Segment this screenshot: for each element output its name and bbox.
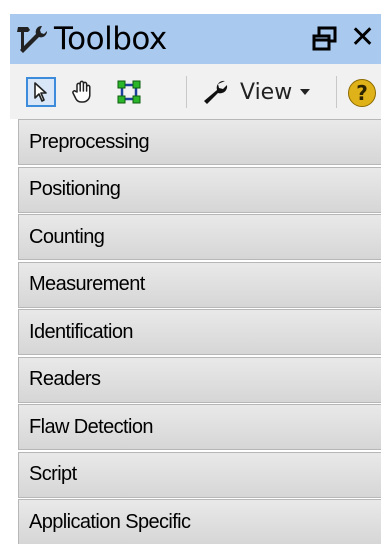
- category-preprocessing[interactable]: Preprocessing: [18, 119, 381, 165]
- toolbox-panel: Toolbox ✕ View ? Preprocessing Positioni…: [0, 0, 381, 544]
- category-list: Preprocessing Positioning Counting Measu…: [18, 119, 381, 544]
- category-script[interactable]: Script: [18, 451, 381, 498]
- category-application-specific[interactable]: Application Specific: [18, 499, 381, 544]
- pointer-icon[interactable]: [26, 77, 56, 107]
- pan-hand-icon[interactable]: [68, 77, 98, 107]
- view-label: View: [240, 79, 293, 105]
- toolbar-separator: [186, 76, 187, 108]
- panel-title: Toolbox: [54, 21, 167, 57]
- wrench-icon: [200, 78, 230, 106]
- close-icon[interactable]: ✕: [350, 20, 380, 56]
- chevron-down-icon: [300, 89, 311, 95]
- float-window-icon[interactable]: [310, 25, 340, 53]
- category-counting[interactable]: Counting: [18, 214, 381, 260]
- toolbar: View ?: [10, 64, 381, 119]
- category-measurement[interactable]: Measurement: [18, 261, 381, 308]
- toolbar-separator: [336, 76, 337, 108]
- region-select-icon[interactable]: [114, 77, 144, 107]
- category-positioning[interactable]: Positioning: [18, 166, 381, 213]
- help-icon[interactable]: ?: [348, 79, 376, 107]
- category-flaw-detection[interactable]: Flaw Detection: [18, 404, 381, 450]
- view-dropdown-button[interactable]: View: [200, 77, 330, 107]
- title-bar[interactable]: Toolbox ✕: [10, 14, 381, 64]
- category-readers[interactable]: Readers: [18, 356, 381, 403]
- category-identification[interactable]: Identification: [18, 309, 381, 355]
- tools-icon: [14, 24, 50, 54]
